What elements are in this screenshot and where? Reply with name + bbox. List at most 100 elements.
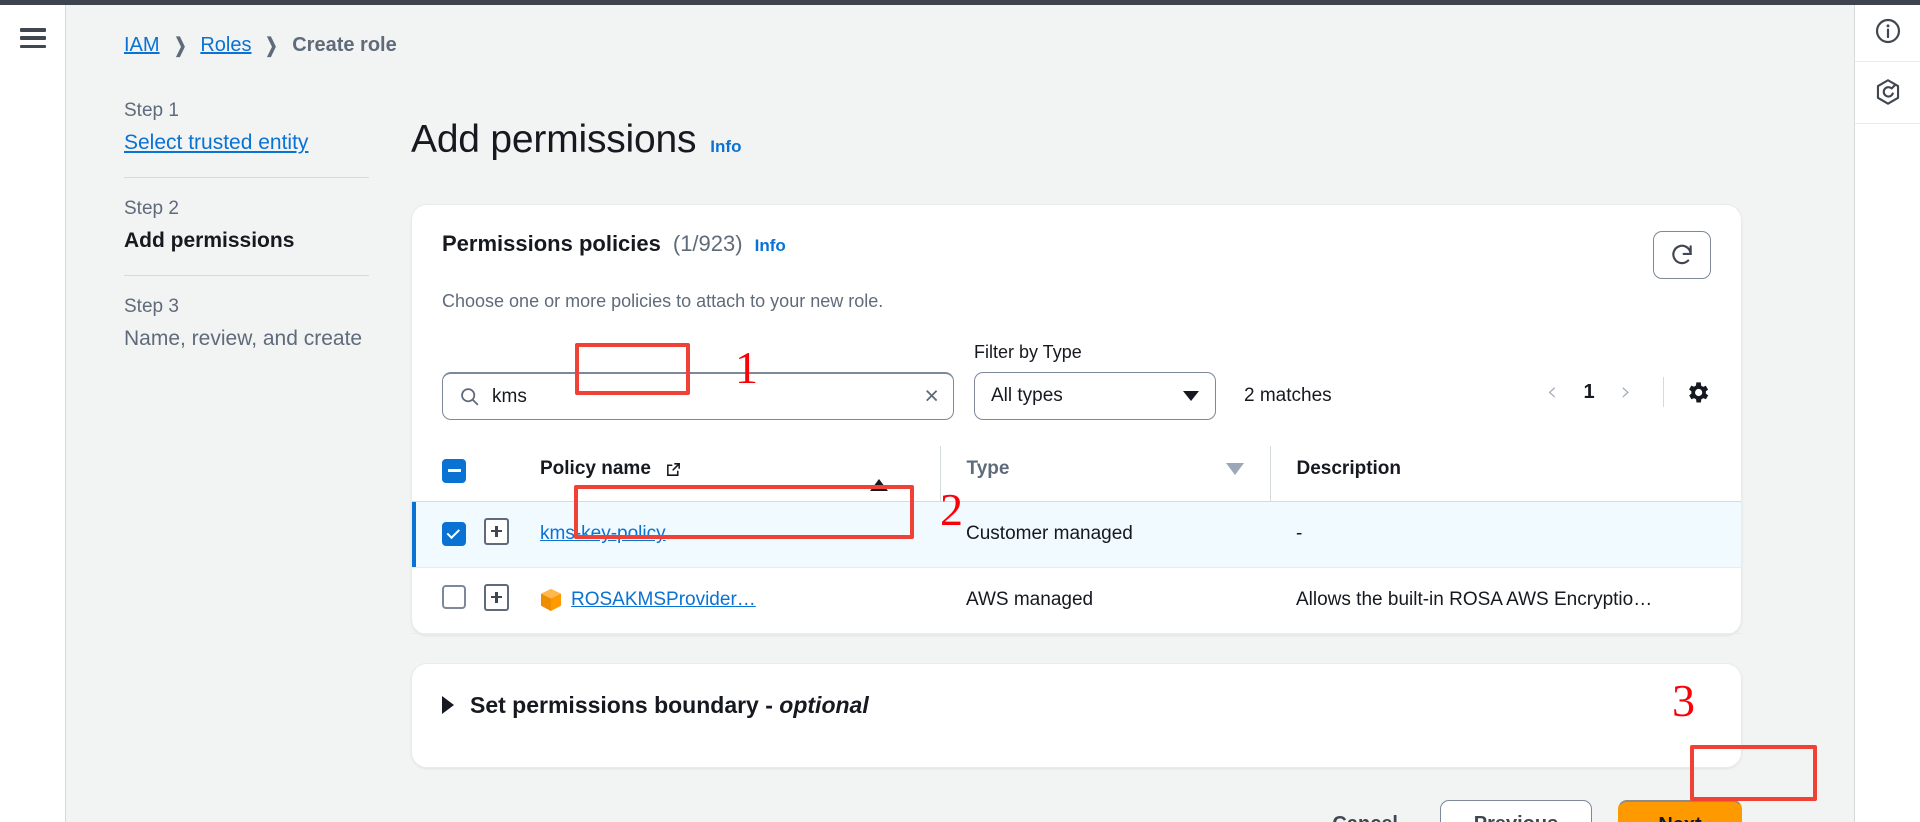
pagination-page-1[interactable]: 1: [1575, 381, 1603, 404]
breadcrumb-separator-icon: ❯: [174, 33, 187, 58]
th-description-label: Description: [1297, 458, 1402, 479]
breadcrumb-item-iam[interactable]: IAM: [124, 34, 160, 57]
previous-button[interactable]: Previous: [1440, 800, 1592, 822]
row-checkbox-kms-key-policy[interactable]: [442, 522, 466, 546]
th-policy-name[interactable]: Policy name: [540, 446, 870, 501]
clear-search-icon[interactable]: ×: [924, 384, 939, 409]
permissions-boundary-optional: optional: [779, 692, 868, 718]
hamburger-icon[interactable]: [20, 28, 46, 48]
card-title: Permissions policies: [442, 231, 661, 257]
table-header-row: Policy name: [412, 446, 1741, 501]
wizard-step-3: Step 3 Name, review, and create: [124, 296, 366, 373]
aws-managed-policy-icon: [540, 588, 562, 612]
top-accent-bar: [0, 0, 1920, 5]
th-description[interactable]: Description: [1270, 446, 1741, 501]
th-expand: [484, 446, 540, 501]
caret-right-icon: [442, 696, 454, 714]
cancel-button[interactable]: Cancel: [1316, 813, 1414, 822]
permissions-policies-card: Permissions policies (1/923) Info Choose…: [411, 204, 1742, 635]
card-selected-count: (1/923): [673, 231, 743, 257]
chevron-down-icon: [1183, 391, 1199, 401]
main-column: Add permissions Info Permissions policie…: [366, 58, 1854, 822]
pagination: ‹ 1 ›: [1535, 375, 1711, 420]
pagination-prev-icon[interactable]: ‹: [1535, 375, 1569, 409]
pagination-next-icon[interactable]: ›: [1609, 375, 1643, 409]
permissions-boundary-title: Set permissions boundary -: [470, 692, 779, 718]
next-button[interactable]: Next: [1618, 800, 1742, 822]
gear-icon: [1684, 379, 1711, 406]
breadcrumb-item-create-role: Create role: [292, 34, 397, 57]
th-policy-name-sort[interactable]: [870, 446, 940, 501]
policy-row-kms-key-policy[interactable]: kms-key-policy Customer managed -: [412, 501, 1741, 567]
step-divider: [124, 177, 369, 178]
search-wrap: kms ×: [442, 372, 954, 420]
row-expand-cell: [484, 501, 540, 567]
refresh-icon: [1669, 242, 1695, 268]
step-3-name-review-create: Name, review, and create: [124, 327, 366, 351]
type-filter-select[interactable]: All types: [974, 372, 1216, 420]
matches-count: 2 matches: [1244, 385, 1332, 420]
type-filter: Filter by Type All types: [974, 342, 1216, 420]
th-select-all: [412, 446, 484, 501]
step-2-active-add-permissions: Add permissions: [124, 229, 366, 253]
table-preferences-button[interactable]: [1684, 379, 1711, 406]
card-title-row: Permissions policies (1/923) Info: [442, 231, 786, 257]
permissions-boundary-card: Set permissions boundary - optional: [411, 663, 1742, 768]
breadcrumb-item-roles[interactable]: Roles: [200, 34, 251, 57]
main-content: IAM ❯ Roles ❯ Create role Step 1 Select …: [66, 0, 1854, 822]
search-input-value: kms: [492, 386, 924, 408]
row-select-cell: [412, 501, 484, 567]
card-info-link[interactable]: Info: [755, 236, 786, 256]
refresh-button[interactable]: [1653, 231, 1711, 279]
search-input[interactable]: kms ×: [442, 372, 954, 420]
th-type[interactable]: Type: [940, 446, 1270, 501]
policy-link-rosakmsprovider[interactable]: ROSAKMSProvider…: [571, 589, 756, 611]
info-panel-toggle[interactable]: [1855, 0, 1920, 62]
row-type-cell: Customer managed: [940, 501, 1270, 567]
page-info-link[interactable]: Info: [710, 137, 741, 157]
row-name-cell: kms-key-policy: [540, 501, 870, 567]
policy-link-kms-key-policy[interactable]: kms-key-policy: [540, 523, 666, 545]
cloudshell-hexagon-icon: [1874, 78, 1902, 107]
iam-create-role-page: IAM ❯ Roles ❯ Create role Step 1 Select …: [0, 0, 1920, 822]
row-sort-spacer: [870, 567, 940, 633]
breadcrumb: IAM ❯ Roles ❯ Create role: [66, 0, 1854, 58]
row-name-cell: ROSAKMSProvider…: [540, 567, 870, 633]
cloudshell-toggle[interactable]: [1855, 62, 1920, 124]
permissions-boundary-toggle[interactable]: Set permissions boundary - optional: [442, 692, 1711, 719]
info-circle-icon: [1874, 17, 1902, 45]
wizard-footer: Cancel Previous Next: [411, 800, 1742, 822]
type-filter-value: All types: [991, 385, 1063, 407]
page-title: Add permissions: [411, 118, 696, 162]
row-sort-spacer: [870, 501, 940, 567]
th-type-label: Type: [967, 458, 1010, 480]
policies-table: Policy name: [412, 446, 1741, 634]
type-filter-label: Filter by Type: [974, 342, 1216, 363]
step-divider: [124, 275, 369, 276]
select-all-checkbox[interactable]: [442, 459, 466, 483]
wizard-steps-sidebar: Step 1 Select trusted entity Step 2 Add …: [66, 58, 366, 373]
policy-row-rosakmsprovider[interactable]: ROSAKMSProvider… AWS managed Allows the …: [412, 567, 1741, 633]
external-link-icon[interactable]: [665, 461, 682, 478]
left-nav-rail: [0, 0, 66, 822]
page-title-row: Add permissions Info: [411, 118, 1742, 162]
breadcrumb-separator-icon: ❯: [266, 33, 279, 58]
expand-plus-icon[interactable]: [484, 518, 509, 545]
card-header: Permissions policies (1/923) Info: [412, 205, 1741, 279]
sort-descending-inactive-icon: [1226, 463, 1244, 475]
wizard-step-1: Step 1 Select trusted entity: [124, 100, 366, 177]
step-2-label: Step 2: [124, 198, 366, 220]
pagination-divider: [1663, 377, 1664, 407]
sort-ascending-icon: [870, 458, 888, 491]
step-1-link-select-trusted-entity[interactable]: Select trusted entity: [124, 131, 366, 155]
expand-plus-icon[interactable]: [484, 584, 509, 611]
th-policy-name-label: Policy name: [540, 458, 651, 480]
filter-row: kms × Filter by Type All types 2 matche: [412, 312, 1741, 420]
row-select-cell: [412, 567, 484, 633]
row-type-cell: AWS managed: [940, 567, 1270, 633]
step-1-label: Step 1: [124, 100, 366, 122]
row-description-cell: -: [1270, 501, 1741, 567]
row-checkbox-rosakmsprovider[interactable]: [442, 585, 466, 609]
row-expand-cell: [484, 567, 540, 633]
row-description-cell: Allows the built-in ROSA AWS Encryptio…: [1270, 567, 1741, 633]
